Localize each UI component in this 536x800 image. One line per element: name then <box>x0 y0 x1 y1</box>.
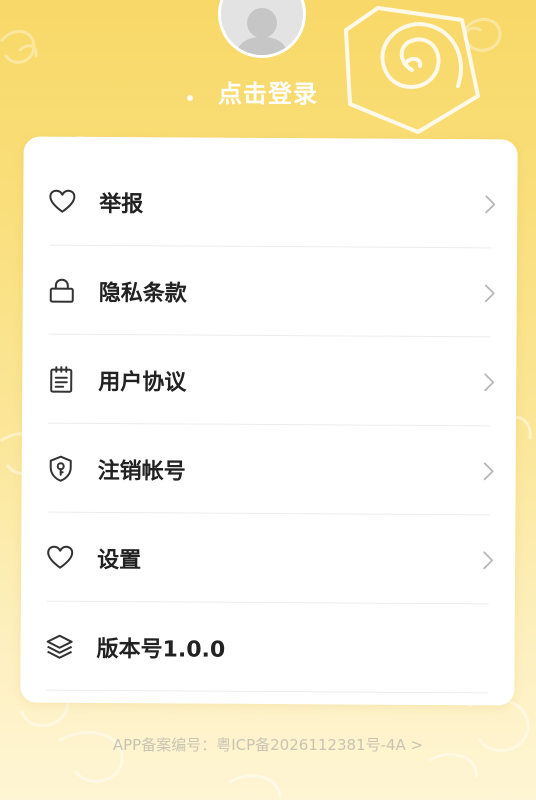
login-prompt[interactable]: 点击登录 <box>0 74 536 109</box>
chevron-right-icon <box>483 282 497 304</box>
menu-item-label: 设置 <box>97 547 142 573</box>
menu-divider <box>46 689 489 694</box>
menu-item-version[interactable]: 版本号1.0.0 <box>20 601 515 694</box>
user-avatar[interactable] <box>218 0 306 58</box>
menu-item-user-agreement[interactable]: 用户协议 <box>22 334 517 427</box>
chevron-right-icon <box>483 193 497 215</box>
icp-filing-link[interactable]: APP备案编号：粤ICP备2026112381号-4A > <box>0 734 536 755</box>
notepad-icon <box>46 364 76 394</box>
chevron-right-icon <box>481 549 495 571</box>
layers-icon <box>45 631 75 661</box>
shield-key-icon <box>46 453 76 483</box>
heart-icon <box>47 186 77 216</box>
chevron-right-icon <box>482 371 496 393</box>
chevron-right-icon <box>482 460 496 482</box>
menu-item-label: 举报 <box>99 191 144 217</box>
menu-item-settings[interactable]: 设置 <box>21 512 516 605</box>
settings-menu-card: 举报 隐私条款 用户协议 注销帐号 设置 版本号1.0.0 <box>20 136 518 706</box>
menu-item-delete-account[interactable]: 注销帐号 <box>21 423 516 516</box>
heart-icon <box>45 542 75 572</box>
menu-item-report[interactable]: 举报 <box>23 156 518 249</box>
menu-item-label: 版本号1.0.0 <box>96 636 226 663</box>
menu-item-label: 注销帐号 <box>97 458 186 484</box>
menu-item-label: 隐私条款 <box>98 280 187 306</box>
menu-item-label: 用户协议 <box>98 369 187 395</box>
avatar-placeholder-icon <box>221 0 303 55</box>
menu-item-privacy-policy[interactable]: 隐私条款 <box>23 245 518 338</box>
lock-icon <box>47 275 77 305</box>
